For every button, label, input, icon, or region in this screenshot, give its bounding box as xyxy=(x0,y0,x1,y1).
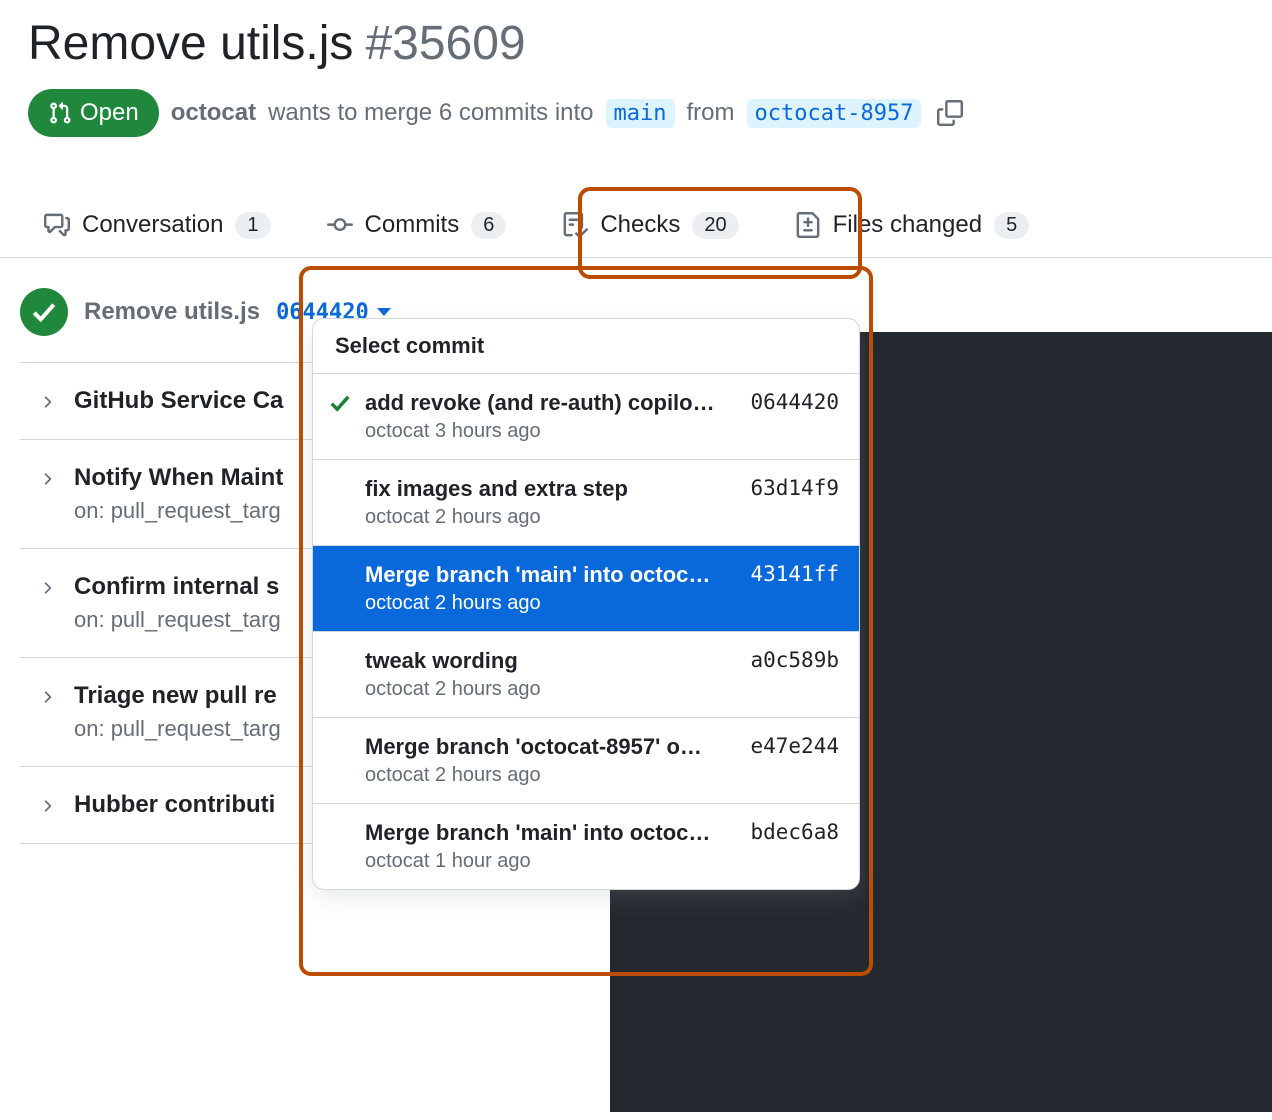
file-diff-icon xyxy=(795,212,821,238)
commit-item-title: add revoke (and re-auth) copilo… xyxy=(365,390,738,416)
commit-item-meta: octocat 3 hours ago xyxy=(365,420,738,443)
commit-dropdown-item[interactable]: add revoke (and re-auth) copilo… octocat … xyxy=(313,374,859,460)
tab-conversation-count: 1 xyxy=(235,212,270,239)
tab-checks-count: 20 xyxy=(692,212,738,239)
head-branch[interactable]: octocat-8957 xyxy=(747,99,922,128)
commit-dropdown-item[interactable]: tweak wording octocat 2 hours ago a0c589b xyxy=(313,632,859,718)
commit-item-sha: e47e244 xyxy=(750,734,839,758)
commit-item-title: Merge branch 'main' into octoc… xyxy=(365,820,738,846)
commit-header-title: Remove utils.js xyxy=(84,298,260,326)
tab-checks[interactable]: Checks 20 xyxy=(550,197,750,257)
commit-dropdown-item[interactable]: fix images and extra step octocat 2 hours… xyxy=(313,460,859,546)
tab-files-changed[interactable]: Files changed 5 xyxy=(783,197,1042,257)
commit-item-sha: 0644420 xyxy=(750,390,839,414)
dropdown-header: Select commit xyxy=(313,319,859,374)
commit-item-title: Merge branch 'octocat-8957' o… xyxy=(365,734,738,760)
pr-state-badge: Open xyxy=(28,89,159,137)
commit-item-meta: octocat 2 hours ago xyxy=(365,764,738,787)
chevron-right-icon xyxy=(38,393,56,411)
commit-item-sha: 63d14f9 xyxy=(750,476,839,500)
pr-header: Remove utils.js #35609 Open octocat want… xyxy=(0,0,1272,137)
commit-dropdown-item[interactable]: Merge branch 'octocat-8957' o… octocat 2 … xyxy=(313,718,859,804)
comment-discussion-icon xyxy=(44,212,70,238)
commit-item-title: tweak wording xyxy=(365,648,738,674)
commit-item-title: Merge branch 'main' into octoc… xyxy=(365,562,738,588)
check-group-trigger: on: pull_request_targ xyxy=(74,716,281,742)
tab-commits-label: Commits xyxy=(365,211,460,239)
select-commit-dropdown: Select commit add revoke (and re-auth) c… xyxy=(312,318,860,890)
commit-dropdown-item[interactable]: Merge branch 'main' into octoc… octocat 1… xyxy=(313,804,859,889)
tab-files-label: Files changed xyxy=(833,211,982,239)
check-group-trigger: on: pull_request_targ xyxy=(74,607,281,633)
tab-conversation[interactable]: Conversation 1 xyxy=(32,197,283,257)
tab-commits[interactable]: Commits 6 xyxy=(315,197,519,257)
chevron-right-icon xyxy=(38,797,56,815)
check-group-name: Hubber contributi xyxy=(74,791,275,819)
checks-sidebar: Remove utils.js 0644420 GitHub Service C… xyxy=(0,258,610,1112)
git-commit-icon xyxy=(327,212,353,238)
pr-title: Remove utils.js xyxy=(28,16,353,71)
tab-commits-count: 6 xyxy=(471,212,506,239)
checklist-icon xyxy=(562,212,588,238)
check-icon xyxy=(329,392,353,419)
commit-item-sha: a0c589b xyxy=(750,648,839,672)
pr-author[interactable]: octocat xyxy=(171,99,256,127)
check-group-name: Triage new pull re xyxy=(74,682,281,710)
check-group-name: Confirm internal s xyxy=(74,573,281,601)
chevron-right-icon xyxy=(38,579,56,597)
caret-down-icon xyxy=(377,308,391,316)
chevron-right-icon xyxy=(38,688,56,706)
commit-item-meta: octocat 2 hours ago xyxy=(365,506,738,529)
copy-icon[interactable] xyxy=(937,100,963,126)
pr-merge-text-2: from xyxy=(687,99,735,127)
check-group-name: Notify When Maint xyxy=(74,464,283,492)
pr-tabs: Conversation 1 Commits 6 Checks 20 Files… xyxy=(0,197,1272,258)
commit-item-meta: octocat 1 hour ago xyxy=(365,850,738,873)
status-success-icon xyxy=(20,288,68,336)
commit-dropdown-item[interactable]: Merge branch 'main' into octoc… octocat 2… xyxy=(313,546,859,632)
tab-files-count: 5 xyxy=(994,212,1029,239)
commit-item-meta: octocat 2 hours ago xyxy=(365,678,738,701)
tab-checks-label: Checks xyxy=(600,211,680,239)
pr-number: #35609 xyxy=(365,16,525,71)
check-group-trigger: on: pull_request_targ xyxy=(74,498,283,524)
commit-item-sha: 43141ff xyxy=(750,562,839,586)
commit-item-title: fix images and extra step xyxy=(365,476,738,502)
chevron-right-icon xyxy=(38,470,56,488)
tab-conversation-label: Conversation xyxy=(82,211,223,239)
git-pull-request-icon xyxy=(48,101,72,125)
pr-meta-row: Open octocat wants to merge 6 commits in… xyxy=(28,89,1244,137)
check-group-name: GitHub Service Ca xyxy=(74,387,283,415)
pr-state-label: Open xyxy=(80,99,139,127)
commit-item-sha: bdec6a8 xyxy=(750,820,839,844)
commit-item-meta: octocat 2 hours ago xyxy=(365,592,738,615)
pr-merge-text-1: wants to merge 6 commits into xyxy=(268,99,593,127)
base-branch[interactable]: main xyxy=(606,99,675,128)
